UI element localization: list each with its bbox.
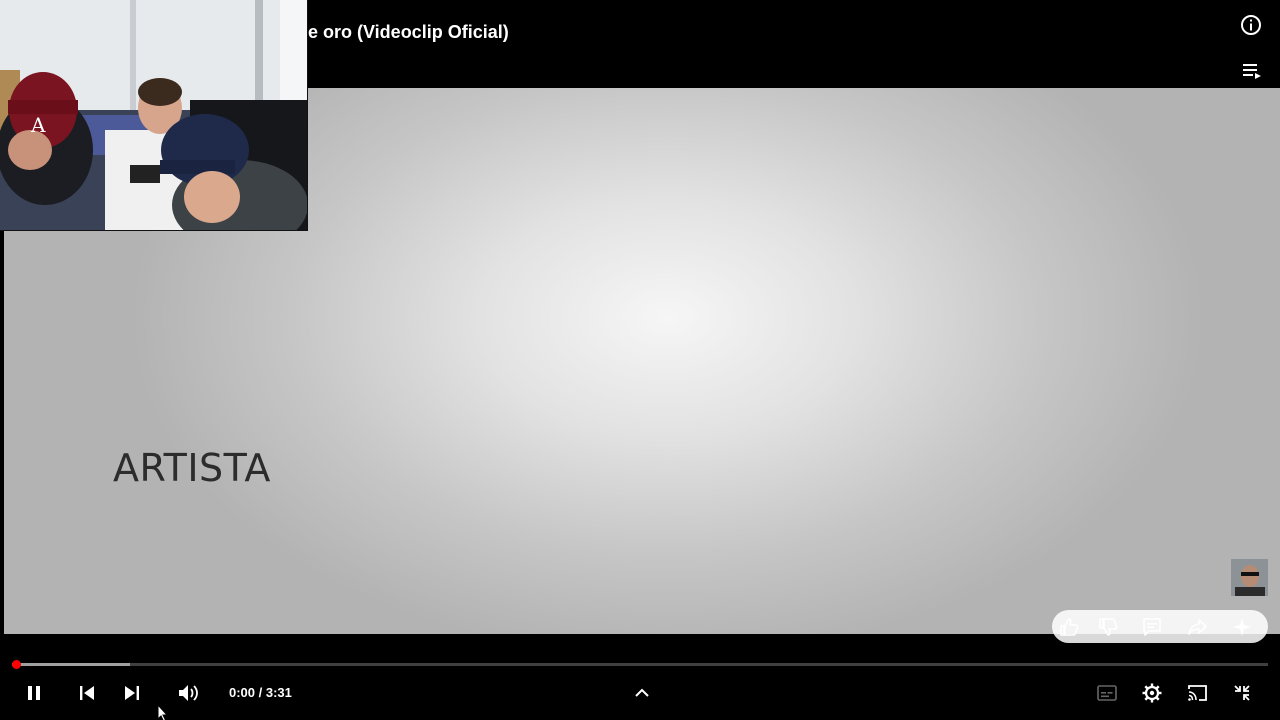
svg-text:A: A [30, 113, 46, 137]
comment-icon[interactable] [1141, 616, 1163, 638]
thumb-up-icon[interactable] [1058, 616, 1080, 638]
progress-scrubber[interactable] [12, 660, 21, 669]
skip-previous-icon[interactable] [77, 683, 97, 703]
webcam-overlay: A [0, 0, 308, 231]
thumb-down-icon[interactable] [1097, 616, 1119, 638]
video-title[interactable]: e oro (Videoclip Oficial) [308, 22, 509, 43]
action-bar [1052, 610, 1268, 643]
time-display: 0:00 / 3:31 [229, 685, 292, 700]
skip-next-icon[interactable] [122, 683, 142, 703]
progress-bar[interactable] [12, 663, 1268, 666]
gear-icon[interactable] [1141, 682, 1163, 704]
volume-icon[interactable] [177, 682, 201, 704]
captions-icon[interactable] [1096, 683, 1118, 703]
exit-fullscreen-icon[interactable] [1232, 683, 1252, 703]
sparkle-icon[interactable] [1231, 616, 1253, 638]
queue-icon[interactable] [1241, 61, 1263, 81]
cast-icon[interactable] [1186, 683, 1208, 703]
pause-icon[interactable] [24, 683, 44, 703]
info-icon[interactable] [1239, 13, 1263, 37]
progress-buffer [12, 663, 130, 666]
share-icon[interactable] [1186, 616, 1208, 638]
video-caption-text: ARTISTA [113, 446, 271, 490]
chevron-up-icon[interactable] [632, 684, 652, 702]
mouse-cursor-icon [155, 703, 169, 720]
channel-avatar[interactable] [1231, 559, 1268, 596]
